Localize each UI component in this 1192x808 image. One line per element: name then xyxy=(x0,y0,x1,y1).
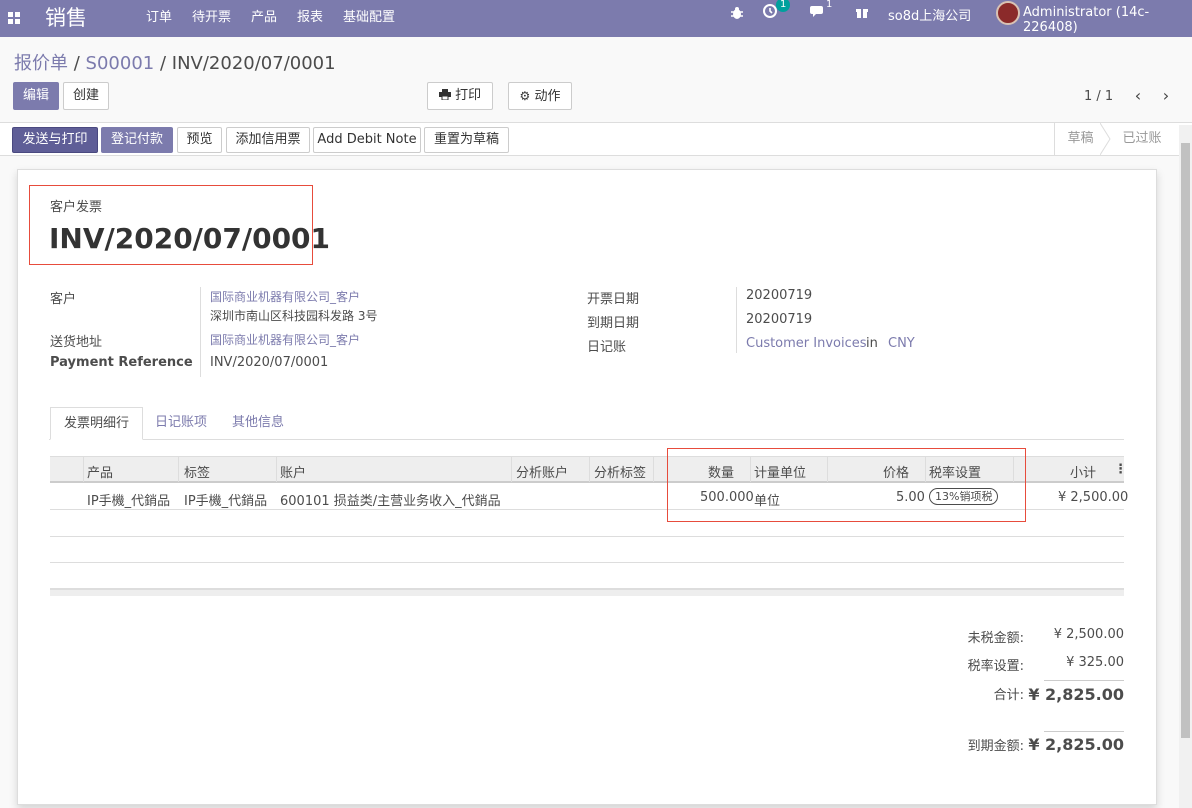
column-divider xyxy=(83,457,84,482)
stage-arrow-separator xyxy=(1100,123,1111,155)
tax-amount-label: 税率设置: xyxy=(967,659,1024,674)
top-navbar: 销售 订单 待开票 产品 报表 基础配置 1 1 so8d上海公司 Admini… xyxy=(0,0,1192,37)
totals-divider xyxy=(1044,680,1124,681)
delivery-address-link[interactable]: 国际商业机器有限公司_客户 xyxy=(210,331,360,348)
column-header-product[interactable]: 产品 xyxy=(87,462,113,481)
line-subtotal: ¥ 2,500.00 xyxy=(1058,490,1129,505)
column-header-account[interactable]: 账户 xyxy=(280,462,306,481)
breadcrumb: 报价单 / S00001 / INV/2020/07/0001 xyxy=(14,49,336,75)
user-menu[interactable]: Administrator (14c-226408) xyxy=(1023,5,1192,35)
line-account: 600101 损益类/主营业务收入_代銷品 xyxy=(280,494,501,509)
amount-due-label: 到期金额: xyxy=(967,739,1024,754)
pager-value[interactable]: 1 / 1 xyxy=(1084,89,1113,104)
preview-button[interactable]: 预览 xyxy=(177,127,222,153)
journal-label: 日记账 xyxy=(587,340,627,355)
untaxed-amount-label: 未税金额: xyxy=(967,631,1024,646)
print-button[interactable]: 打印 xyxy=(427,82,493,110)
customer-label: 客户 xyxy=(50,292,77,307)
send-print-button[interactable]: 发送与打印 xyxy=(12,127,98,153)
table-row-empty[interactable] xyxy=(50,537,1124,563)
untaxed-amount-value: ¥ 2,500.00 xyxy=(1053,627,1124,642)
activity-clock-icon[interactable]: 1 xyxy=(762,0,792,19)
company-switcher[interactable]: so8d上海公司 xyxy=(888,5,971,24)
lines-highlight-box xyxy=(667,448,1026,522)
totals-divider xyxy=(1044,731,1124,732)
vertical-scrollbar[interactable] xyxy=(1179,125,1192,808)
gift-icon[interactable] xyxy=(855,5,869,23)
due-date-value[interactable]: 20200719 xyxy=(746,312,812,327)
stage-draft[interactable]: 草稿 xyxy=(1054,123,1106,155)
due-date-label: 到期日期 xyxy=(587,316,640,331)
column-divider xyxy=(511,457,512,482)
invoice-number-title: INV/2020/07/0001 xyxy=(49,222,331,255)
menu-reports[interactable]: 报表 xyxy=(297,6,323,25)
print-label: 打印 xyxy=(455,88,482,103)
amount-due-value: ¥ 2,825.00 xyxy=(1028,735,1124,754)
delivery-address-label: 送货地址 xyxy=(50,335,103,350)
column-divider xyxy=(178,457,179,482)
debug-bug-icon[interactable] xyxy=(730,6,744,24)
line-product: IP手機_代銷品 xyxy=(87,494,171,509)
apps-menu-icon[interactable] xyxy=(8,12,20,24)
optional-columns-icon[interactable]: ⋮ xyxy=(1114,462,1127,477)
tax-amount-value: ¥ 325.00 xyxy=(1066,655,1124,670)
gear-icon: ⚙ xyxy=(519,89,531,103)
action-label: 动作 xyxy=(534,89,561,104)
add-debit-note-button[interactable]: Add Debit Note xyxy=(313,127,421,153)
payment-reference-label: Payment Reference xyxy=(50,355,193,370)
reset-to-draft-button[interactable]: 重置为草稿 xyxy=(424,127,509,153)
breadcrumb-separator: / xyxy=(73,53,80,74)
column-divider xyxy=(276,457,277,482)
tab-other-info[interactable]: 其他信息 xyxy=(219,407,297,440)
printer-icon xyxy=(438,89,451,101)
menu-products[interactable]: 产品 xyxy=(251,6,277,25)
column-header-analytic-account[interactable]: 分析账户 xyxy=(516,462,568,481)
column-divider xyxy=(589,457,590,482)
invoice-date-value[interactable]: 20200719 xyxy=(746,288,812,303)
edit-button[interactable]: 编辑 xyxy=(13,82,59,110)
total-value: ¥ 2,825.00 xyxy=(1028,685,1124,704)
table-row-empty[interactable] xyxy=(50,563,1124,589)
breadcrumb-quotations[interactable]: 报价单 xyxy=(14,53,68,74)
column-header-subtotal[interactable]: 小计 xyxy=(1070,462,1096,481)
invoice-type-label: 客户发票 xyxy=(50,200,103,215)
chevron-left-icon[interactable]: ‹ xyxy=(1129,86,1147,106)
field-separator xyxy=(736,287,737,353)
scrollbar-thumb[interactable] xyxy=(1181,143,1190,738)
total-label: 合计: xyxy=(993,688,1024,703)
breadcrumb-separator: / xyxy=(159,53,167,74)
tab-journal-items[interactable]: 日记账项 xyxy=(142,407,220,440)
user-avatar[interactable] xyxy=(996,1,1020,25)
stage-posted[interactable]: 已过账 xyxy=(1106,123,1178,155)
menu-orders[interactable]: 订单 xyxy=(146,6,172,25)
menu-to-invoice[interactable]: 待开票 xyxy=(192,6,231,25)
lines-table-footer xyxy=(50,589,1124,596)
journal-in-text: in xyxy=(866,336,878,351)
register-payment-button[interactable]: 登记付款 xyxy=(101,127,173,153)
currency-link[interactable]: CNY xyxy=(888,336,915,351)
tab-invoice-lines[interactable]: 发票明细行 xyxy=(50,407,144,440)
customer-link[interactable]: 国际商业机器有限公司_客户 xyxy=(210,288,360,305)
app-brand[interactable]: 销售 xyxy=(45,2,87,32)
payment-reference-value[interactable]: INV/2020/07/0001 xyxy=(210,355,328,370)
chevron-right-icon[interactable]: › xyxy=(1157,86,1175,106)
message-count: 1 xyxy=(826,0,833,10)
field-separator xyxy=(200,287,201,377)
messages-chat-icon[interactable]: 1 xyxy=(810,0,833,18)
journal-link[interactable]: Customer Invoices xyxy=(746,336,867,351)
invoice-date-label: 开票日期 xyxy=(587,292,640,307)
create-button[interactable]: 创建 xyxy=(63,82,109,110)
statusbar: 发送与打印 登记付款 预览 添加信用票 Add Debit Note 重置为草稿… xyxy=(0,122,1192,156)
add-credit-note-button[interactable]: 添加信用票 xyxy=(226,127,310,153)
column-header-label[interactable]: 标签 xyxy=(184,462,210,481)
column-header-analytic-tags[interactable]: 分析标签 xyxy=(594,462,646,481)
breadcrumb-current: INV/2020/07/0001 xyxy=(171,53,336,74)
activity-count-badge: 1 xyxy=(776,0,791,12)
line-label: IP手機_代銷品 xyxy=(184,494,268,509)
action-button[interactable]: ⚙ 动作 xyxy=(508,82,572,110)
customer-address: 深圳市南山区科技园科发路 3号 xyxy=(210,309,378,323)
column-divider xyxy=(653,457,654,482)
breadcrumb-order[interactable]: S00001 xyxy=(86,53,155,74)
menu-configuration[interactable]: 基础配置 xyxy=(343,6,395,25)
